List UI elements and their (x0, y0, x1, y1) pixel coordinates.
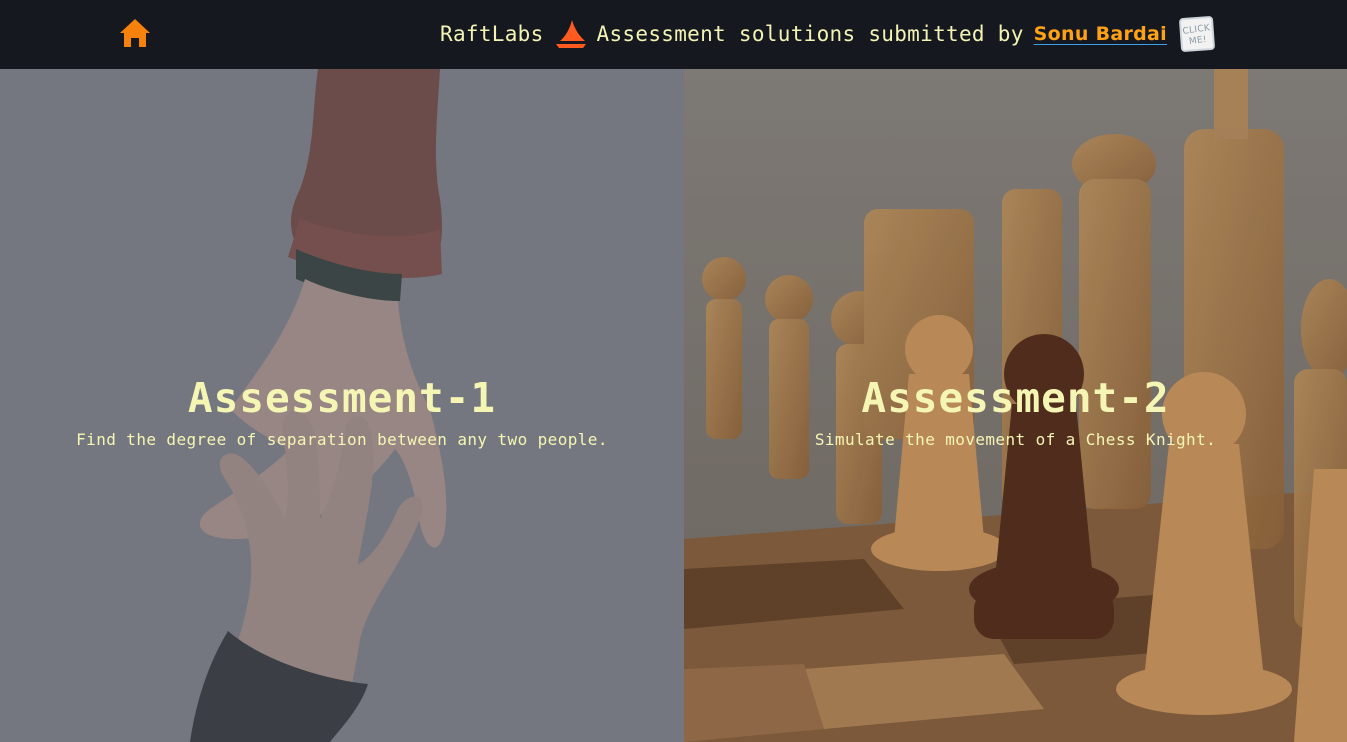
assessment-2-card[interactable]: Assessment-2 Simulate the movement of a … (684, 69, 1347, 742)
assessment-1-title[interactable]: Assessment-1 (0, 374, 684, 422)
author-link[interactable]: Sonu Bardai (1034, 23, 1167, 45)
raftlabs-logo (555, 20, 586, 48)
assessment-2-title[interactable]: Assessment-2 (684, 374, 1347, 422)
header-title: RaftLabs Assessment solutions submitted … (440, 16, 1215, 52)
click-me-sticker[interactable]: CLICK ME! (1179, 16, 1215, 52)
top-navbar: RaftLabs Assessment solutions submitted … (0, 0, 1347, 69)
header-tagline: Assessment solutions submitted by (596, 22, 1024, 46)
assessment-1-description: Find the degree of separation between an… (76, 430, 608, 449)
assessment-1-text: Assessment-1 Find the degree of separati… (0, 374, 684, 449)
assessment-2-text: Assessment-2 Simulate the movement of a … (684, 374, 1347, 449)
home-button[interactable] (119, 18, 151, 48)
assessment-1-card[interactable]: Assessment-1 Find the degree of separati… (0, 69, 684, 742)
home-icon (120, 19, 150, 47)
brand-name: RaftLabs (440, 22, 544, 46)
assessment-2-description: Simulate the movement of a Chess Knight. (814, 430, 1217, 449)
